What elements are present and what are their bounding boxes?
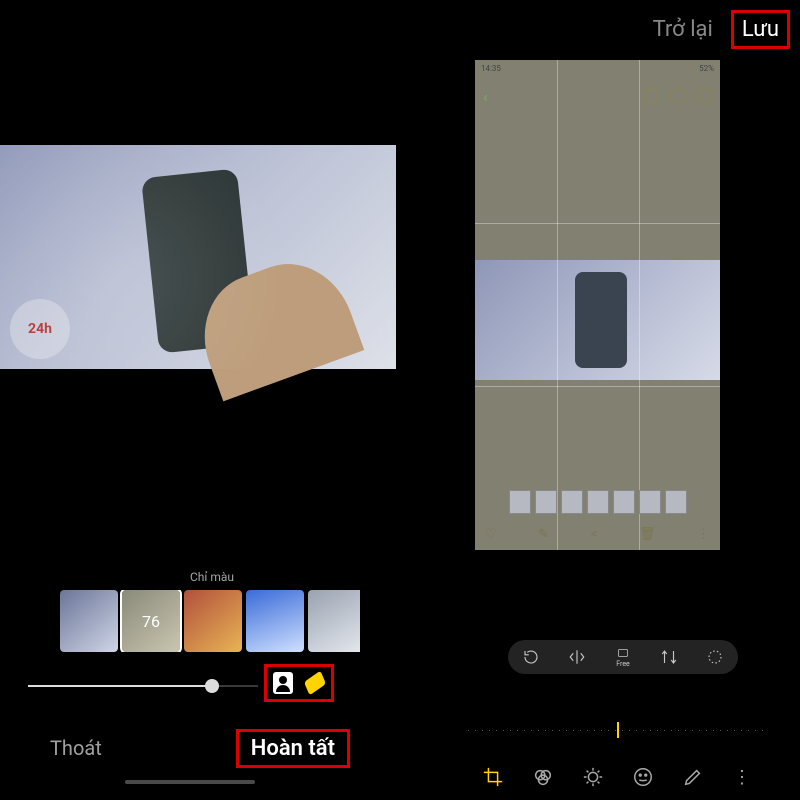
phone-silhouette bbox=[141, 168, 255, 353]
statusbar: 14:35 52% bbox=[481, 64, 714, 78]
filmstrip-thumb[interactable] bbox=[587, 490, 609, 514]
trash-icon[interactable]: 🗑 bbox=[639, 527, 656, 542]
bottom-actions: Thoát Hoàn tất bbox=[50, 728, 350, 768]
nav-indicator bbox=[125, 780, 255, 784]
slider-knob[interactable] bbox=[205, 679, 219, 693]
transform-icon[interactable] bbox=[652, 646, 686, 668]
rotate-icon[interactable] bbox=[514, 646, 548, 668]
slider-fill bbox=[28, 685, 212, 687]
style-thumb-selected[interactable]: 76 bbox=[122, 590, 180, 652]
heart-icon[interactable]: ♡ bbox=[485, 527, 497, 542]
left-edited-preview: 24h bbox=[0, 145, 396, 369]
sticker-tab-icon[interactable] bbox=[630, 764, 656, 790]
filters-tab-icon[interactable] bbox=[530, 764, 556, 790]
hand-shape bbox=[186, 247, 365, 402]
style-section-label: Chỉ màu bbox=[190, 570, 234, 584]
style-thumb[interactable] bbox=[184, 590, 242, 652]
rotation-ruler[interactable] bbox=[468, 720, 768, 740]
aspect-free-label: Free bbox=[616, 660, 630, 668]
filmstrip-thumb[interactable] bbox=[665, 490, 687, 514]
edit-icon[interactable]: ✎ bbox=[538, 527, 549, 542]
status-time: 14:35 bbox=[481, 64, 501, 78]
embedded-image bbox=[475, 260, 720, 380]
crop-tab-icon[interactable] bbox=[480, 764, 506, 790]
filmstrip[interactable] bbox=[485, 490, 710, 516]
done-button[interactable]: Hoàn tất bbox=[236, 729, 350, 768]
more-icon[interactable]: ⋮ bbox=[697, 527, 710, 542]
style-intensity-value: 76 bbox=[142, 612, 160, 631]
editor-root: Trở lại Lưu 24h 14:35 52% ‹ bbox=[0, 0, 800, 800]
filmstrip-thumb[interactable] bbox=[639, 490, 661, 514]
intensity-slider[interactable] bbox=[28, 676, 258, 696]
crop-tool-pill: Free bbox=[508, 640, 738, 674]
style-thumb[interactable] bbox=[246, 590, 304, 652]
flip-icon[interactable] bbox=[560, 646, 594, 668]
style-thumbnails[interactable]: 76 bbox=[60, 590, 360, 652]
ruler-center-marker bbox=[617, 722, 619, 738]
filmstrip-thumb[interactable] bbox=[613, 490, 635, 514]
eraser-icon[interactable] bbox=[304, 671, 326, 696]
expand-icon[interactable] bbox=[698, 646, 732, 668]
info-icon[interactable] bbox=[696, 88, 712, 104]
back-button[interactable]: Trở lại bbox=[653, 17, 713, 42]
crop-preview[interactable]: 14:35 52% ‹ ♡ ✎ < 🗑 bbox=[475, 60, 720, 550]
gallery-top-icons bbox=[644, 88, 712, 104]
mini-phone-shape bbox=[575, 272, 627, 368]
portrait-mask-icon[interactable] bbox=[273, 672, 293, 694]
top-bar: Trở lại Lưu bbox=[653, 10, 790, 49]
chevron-left-icon[interactable]: ‹ bbox=[483, 87, 501, 105]
style-thumb[interactable] bbox=[60, 590, 118, 652]
exit-button[interactable]: Thoát bbox=[50, 736, 102, 760]
more-tab-icon[interactable]: ⋮ bbox=[730, 764, 756, 790]
adjust-tab-icon[interactable] bbox=[580, 764, 606, 790]
editor-tabs: ⋮ bbox=[468, 760, 768, 794]
status-battery: 52% bbox=[699, 64, 714, 78]
portrait-eraser-tools bbox=[264, 664, 334, 702]
filmstrip-thumb[interactable] bbox=[561, 490, 583, 514]
save-button[interactable]: Lưu bbox=[731, 10, 790, 49]
style-thumb[interactable] bbox=[308, 590, 360, 652]
draw-tab-icon[interactable] bbox=[680, 764, 706, 790]
aspect-free-button[interactable]: Free bbox=[606, 646, 640, 668]
filmstrip-thumb[interactable] bbox=[509, 490, 531, 514]
watermark-logo: 24h bbox=[10, 299, 70, 359]
eye-off-icon[interactable] bbox=[644, 88, 660, 104]
gallery-top-row: ‹ bbox=[483, 84, 712, 108]
share-icon[interactable]: < bbox=[591, 527, 598, 542]
eye-icon[interactable] bbox=[670, 88, 686, 104]
gallery-bottom-row: ♡ ✎ < 🗑 ⋮ bbox=[485, 524, 710, 544]
filmstrip-thumb[interactable] bbox=[535, 490, 557, 514]
